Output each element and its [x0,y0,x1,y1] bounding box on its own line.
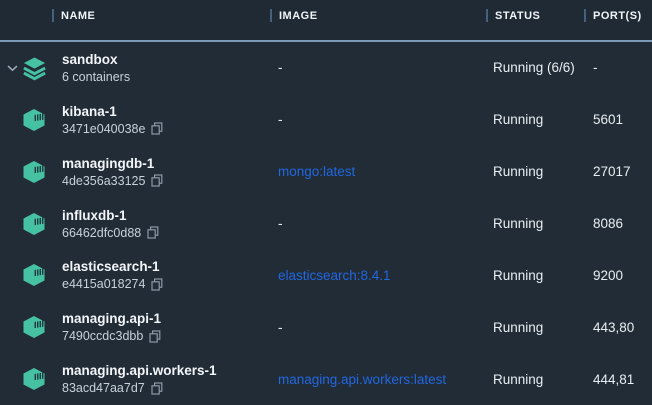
column-header-name[interactable]: NAME [52,9,95,22]
container-cube-icon [22,263,46,287]
containers-table: NAME IMAGE STATUS PORT(S) [0,0,652,405]
column-label: STATUS [495,10,540,22]
row-name-cell: kibana-1 3471e040038e [62,103,278,137]
table-header: NAME IMAGE STATUS PORT(S) [0,0,652,42]
table-row-managing-api-1[interactable]: managing.api-1 7490ccdc3dbb - Running 44… [0,301,652,353]
column-header-image[interactable]: IMAGE [270,9,318,22]
status-text: Running [490,372,590,387]
image-link[interactable]: mongo:latest [278,164,490,179]
stack-icon [22,56,47,81]
column-label: IMAGE [279,10,318,22]
column-header-status[interactable]: STATUS [486,9,540,22]
table-row-managing-api-workers-1[interactable]: managing.api.workers-1 83acd47aa7d7 mana… [0,353,652,405]
container-id: 3471e040038e [62,121,145,137]
row-name-cell: managing.api.workers-1 83acd47aa7d7 [62,362,278,396]
ports-text: 9200 [590,268,652,283]
image-link[interactable]: managing.api.workers:latest [278,372,490,387]
column-label: PORT(S) [593,10,642,22]
image-value: - [278,216,490,231]
ports-text: 444,81 [590,372,652,387]
container-name: kibana-1 [62,103,278,120]
column-label: NAME [61,10,95,22]
row-name-cell: elasticsearch-1 e4415a018274 [62,258,278,292]
container-cube-icon [22,315,46,339]
column-divider [270,9,272,22]
container-id: 4de356a33125 [62,173,145,189]
container-cube-icon [22,212,46,236]
container-count: 6 containers [62,69,130,85]
ports-text: 5601 [590,112,652,127]
container-cube-icon [22,108,46,132]
row-icon-cell [0,353,62,405]
ports-text: 27017 [590,164,652,179]
image-value: - [278,320,490,335]
table-row-managingdb-1[interactable]: managingdb-1 4de356a33125 mongo:latest R… [0,146,652,198]
container-name: sandbox [62,51,278,68]
copy-icon[interactable] [149,330,161,343]
table-row-kibana-1[interactable]: kibana-1 3471e040038e - Running 5601 [0,94,652,146]
image-value: - [278,112,490,127]
status-text: Running [490,216,590,231]
table-row-influxdb-1[interactable]: influxdb-1 66462dfc0d88 - Running 8086 [0,198,652,250]
container-name: elasticsearch-1 [62,258,278,275]
column-divider [584,9,586,22]
row-icon-cell [0,42,62,94]
container-id: 83acd47aa7d7 [62,380,145,396]
container-id: 66462dfc0d88 [62,225,141,241]
image-value: - [278,60,490,75]
status-text: Running [490,320,590,335]
row-name-cell: managing.api-1 7490ccdc3dbb [62,310,278,344]
container-name: managingdb-1 [62,155,278,172]
column-header-ports[interactable]: PORT(S) [584,9,642,22]
ports-text: 443,80 [590,320,652,335]
copy-icon[interactable] [147,226,159,239]
row-icon-cell [0,198,62,250]
status-text: Running [490,268,590,283]
row-icon-cell [0,301,62,353]
table-row-elasticsearch-1[interactable]: elasticsearch-1 e4415a018274 elasticsear… [0,249,652,301]
status-text: Running (6/6) [490,60,590,75]
container-cube-icon [22,367,46,391]
chevron-down-icon[interactable] [7,65,18,72]
container-name: managing.api.workers-1 [62,362,278,379]
container-cube-icon [22,160,46,184]
row-icon-cell [0,146,62,198]
container-name: influxdb-1 [62,207,278,224]
row-name-cell: influxdb-1 66462dfc0d88 [62,207,278,241]
container-id: 7490ccdc3dbb [62,328,143,344]
row-name-cell: managingdb-1 4de356a33125 [62,155,278,189]
ports-text: - [590,60,652,75]
status-text: Running [490,112,590,127]
image-link[interactable]: elasticsearch:8.4.1 [278,268,490,283]
row-name-cell: sandbox 6 containers [62,51,278,85]
column-divider [486,9,488,22]
column-divider [52,9,54,22]
row-icon-cell [0,249,62,301]
copy-icon[interactable] [151,174,163,187]
copy-icon[interactable] [151,278,163,291]
ports-text: 8086 [590,216,652,231]
container-name: managing.api-1 [62,310,278,327]
container-id: e4415a018274 [62,276,145,292]
row-icon-cell [0,94,62,146]
copy-icon[interactable] [151,122,163,135]
copy-icon[interactable] [151,382,163,395]
table-body: sandbox 6 containers - Running (6/6) - k… [0,42,652,405]
table-row-sandbox[interactable]: sandbox 6 containers - Running (6/6) - [0,42,652,94]
status-text: Running [490,164,590,179]
